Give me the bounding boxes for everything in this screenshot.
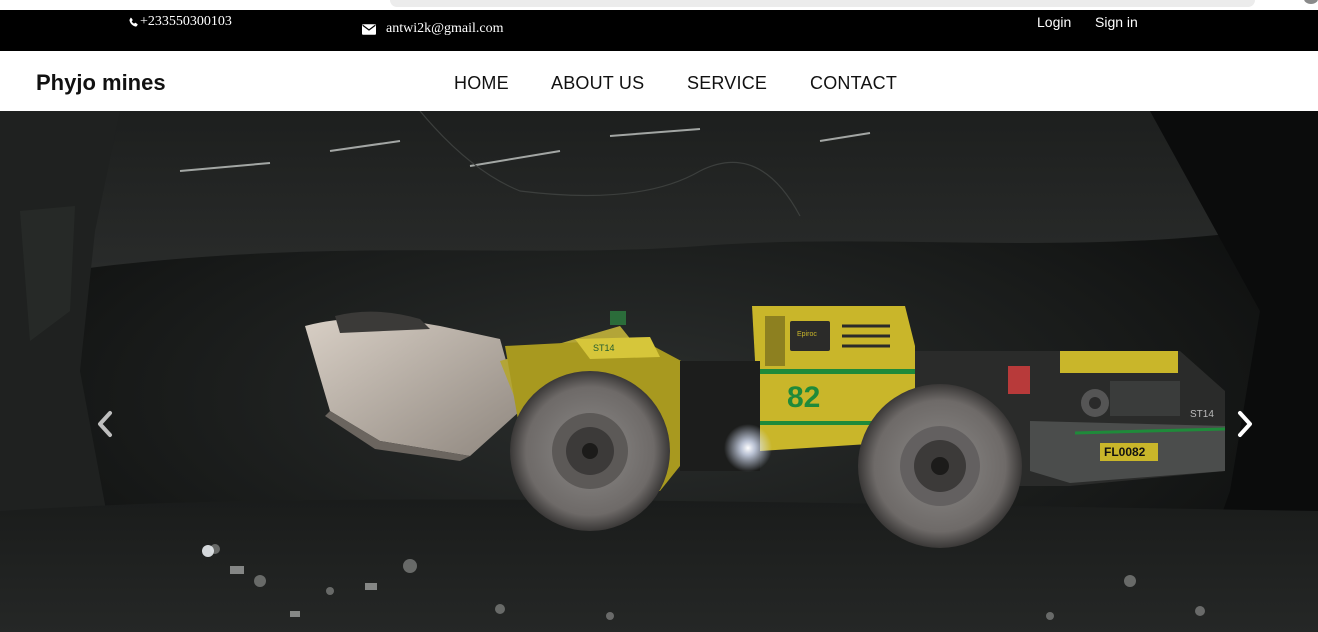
contact-email: antwi2k@gmail.com <box>362 21 503 37</box>
main-navbar: Phyjo mines HOME ABOUT US SERVICE CONTAC… <box>0 51 1318 111</box>
browser-tab-strip <box>390 0 1255 7</box>
browser-top-edge <box>0 0 1318 10</box>
carousel-prev-button[interactable] <box>90 407 120 441</box>
chevron-left-icon <box>98 411 112 437</box>
phone-number: +233550300103 <box>140 14 232 29</box>
svg-text:ST14: ST14 <box>593 343 615 353</box>
contact-phone: +233550300103 <box>128 14 232 30</box>
envelope-icon <box>362 23 376 35</box>
svg-text:ST14: ST14 <box>1190 409 1214 420</box>
nav-home[interactable]: HOME <box>454 73 509 94</box>
carousel-next-button[interactable] <box>1230 407 1260 441</box>
svg-text:82: 82 <box>787 381 820 414</box>
svg-text:Epiroc: Epiroc <box>797 331 817 338</box>
hero-carousel: ST14 FL0082 ST14 Epiroc 82 <box>0 111 1318 632</box>
chevron-right-icon <box>1238 411 1252 437</box>
top-contact-bar: +233550300103 antwi2k@gmail.com Login Si… <box>0 10 1318 51</box>
nav-service[interactable]: SERVICE <box>687 73 767 94</box>
nav-about-us[interactable]: ABOUT US <box>551 73 644 94</box>
email-address[interactable]: antwi2k@gmail.com <box>386 21 503 37</box>
nav-contact[interactable]: CONTACT <box>810 73 897 94</box>
login-link[interactable]: Login <box>1037 14 1071 30</box>
signin-link[interactable]: Sign in <box>1095 14 1138 30</box>
phone-icon <box>129 17 138 27</box>
brand-logo-text[interactable]: Phyjo mines <box>36 70 166 96</box>
svg-text:FL0082: FL0082 <box>1104 445 1146 459</box>
browser-corner-button[interactable] <box>1304 0 1318 4</box>
hero-slide-image: ST14 FL0082 ST14 Epiroc 82 <box>0 111 1318 632</box>
